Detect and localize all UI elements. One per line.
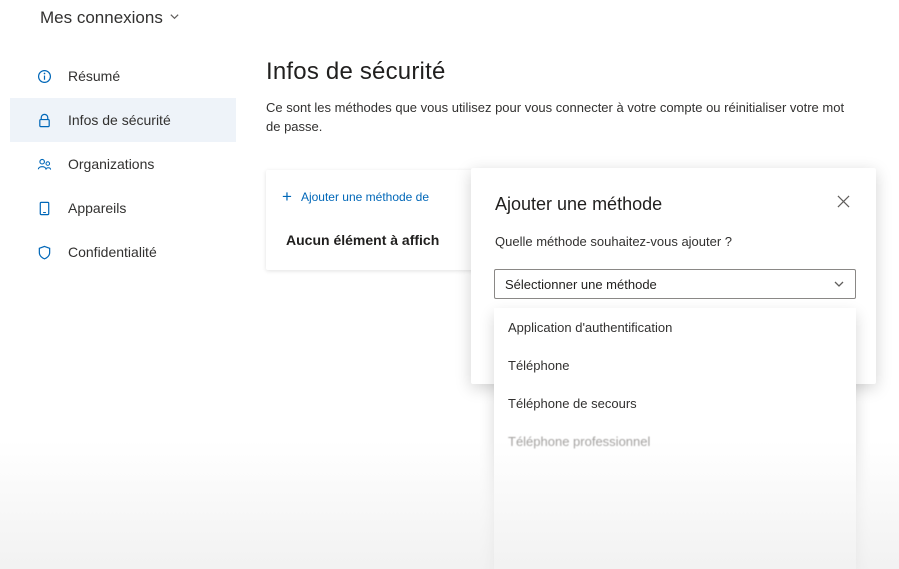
sidebar-item-devices[interactable]: Appareils	[10, 186, 236, 230]
shield-icon	[36, 244, 52, 260]
method-dropdown-list: Application d'authentification Téléphone…	[494, 308, 856, 569]
security-methods-card: + Ajouter une méthode de Aucun élément à…	[266, 170, 488, 270]
page-title: Infos de sécurité	[266, 58, 446, 85]
people-icon	[36, 156, 52, 172]
option-phone[interactable]: Téléphone	[494, 346, 856, 384]
sidebar: Résumé Infos de sécurité Organizations A…	[10, 54, 236, 274]
plus-icon: +	[282, 187, 292, 206]
app-title-label: Mes connexions	[40, 8, 163, 27]
sidebar-item-label: Résumé	[68, 68, 121, 84]
sidebar-item-organizations[interactable]: Organizations	[10, 142, 236, 186]
close-icon	[837, 195, 849, 207]
dialog-question: Quelle méthode souhaitez-vous ajouter ?	[495, 234, 733, 249]
option-alternate-phone[interactable]: Téléphone de secours	[494, 384, 856, 422]
sidebar-item-security-info[interactable]: Infos de sécurité	[10, 98, 236, 142]
sidebar-item-label: Appareils	[68, 200, 127, 216]
dialog-title: Ajouter une méthode	[495, 194, 663, 214]
option-authenticator-app[interactable]: Application d'authentification	[494, 308, 856, 346]
info-icon	[36, 68, 52, 84]
method-select-value: Sélectionner une méthode	[505, 276, 657, 292]
method-select[interactable]: Sélectionner une méthode	[494, 269, 856, 299]
sidebar-item-label: Confidentialité	[68, 244, 157, 260]
main-content: Infos de sécurité Ce sont les méthodes q…	[266, 58, 866, 136]
sidebar-item-resume[interactable]: Résumé	[10, 54, 236, 98]
option-office-phone[interactable]: Téléphone professionnel	[494, 422, 856, 460]
empty-list-text: Aucun élément à affich	[286, 232, 440, 248]
sidebar-item-privacy[interactable]: Confidentialité	[10, 230, 236, 274]
add-method-label: Ajouter une méthode de	[300, 189, 430, 204]
page-description: Ce sont les méthodes que vous utilisez p…	[266, 100, 845, 134]
close-button[interactable]	[834, 192, 852, 210]
add-method-link[interactable]: + Ajouter une méthode de	[282, 188, 429, 205]
sidebar-item-label: Organizations	[68, 156, 155, 172]
lock-icon	[36, 112, 52, 128]
chevron-down-icon	[169, 11, 180, 25]
chevron-down-icon	[833, 278, 845, 293]
app-title[interactable]: Mes connexions	[40, 8, 180, 28]
device-icon	[36, 200, 52, 216]
sidebar-item-label: Infos de sécurité	[68, 112, 171, 128]
